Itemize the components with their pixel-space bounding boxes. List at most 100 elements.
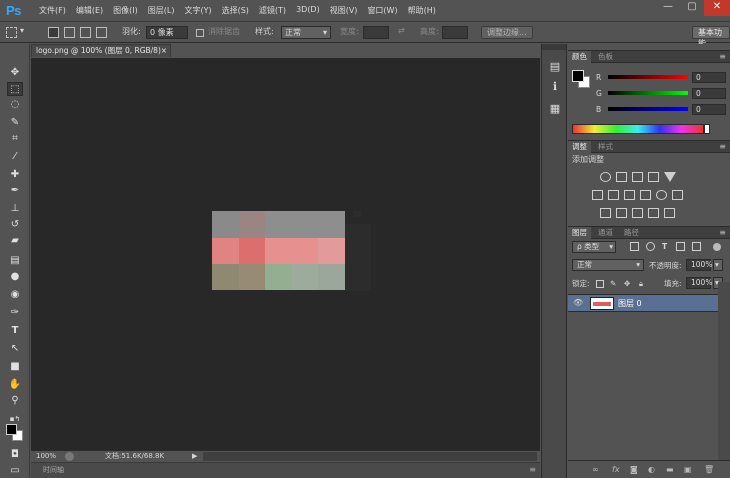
menu-file[interactable]: 文件(F)	[34, 5, 71, 16]
photo-filter-icon[interactable]	[640, 190, 651, 200]
red-slider[interactable]: R 0	[596, 72, 728, 84]
blend-mode-select[interactable]: 正常 ▾	[572, 259, 644, 271]
tab-swatches[interactable]: 色板	[594, 51, 617, 63]
new-layer-icon[interactable]: ▣	[684, 465, 692, 474]
marquee-tool-preset-icon[interactable]	[6, 27, 17, 38]
history-panel-icon[interactable]: ▤	[548, 60, 562, 74]
filter-smart-object-icon[interactable]	[692, 242, 701, 251]
eraser-tool-icon[interactable]: ▰	[7, 234, 23, 248]
channel-mixer-icon[interactable]	[656, 190, 667, 200]
width-input[interactable]	[363, 26, 389, 39]
timeline-menu-icon[interactable]: ≡	[529, 463, 536, 477]
close-button[interactable]: ✕	[704, 0, 730, 16]
type-tool-icon[interactable]: T	[7, 324, 23, 338]
color-spectrum-bar[interactable]	[572, 124, 704, 134]
menu-view[interactable]: 视图(V)	[325, 5, 363, 16]
posterize-icon[interactable]	[616, 208, 627, 218]
menu-help[interactable]: 帮助(H)	[403, 5, 441, 16]
green-track[interactable]	[608, 91, 688, 95]
timeline-label[interactable]: 时间轴	[43, 463, 64, 477]
intersect-selection-icon[interactable]	[96, 27, 107, 38]
menu-type[interactable]: 文字(Y)	[179, 5, 216, 16]
menu-image[interactable]: 图像(I)	[108, 5, 143, 16]
lock-transparent-icon[interactable]	[596, 280, 604, 288]
quick-mask-icon[interactable]: ◘	[7, 448, 23, 462]
black-white-icon[interactable]	[624, 190, 635, 200]
add-mask-icon[interactable]: ◙	[630, 465, 638, 474]
menu-select[interactable]: 选择(S)	[217, 5, 254, 16]
horizontal-scrollbar[interactable]	[203, 452, 537, 461]
antialias-checkbox[interactable]	[196, 29, 204, 37]
lasso-tool-icon[interactable]: ◌	[7, 98, 23, 112]
gradient-tool-icon[interactable]: ▤	[7, 254, 23, 268]
adjustments-menu-icon[interactable]: ≡	[719, 141, 726, 152]
layer-visibility-eye-icon[interactable]: 👁︎	[573, 298, 583, 307]
panel-menu-icon[interactable]: ≡	[719, 51, 726, 62]
path-selection-tool-icon[interactable]: ↖	[7, 342, 23, 356]
quick-selection-tool-icon[interactable]: ✎	[7, 116, 23, 130]
gradient-map-icon[interactable]	[664, 208, 675, 218]
status-info-icon[interactable]	[65, 452, 74, 461]
white-swatch[interactable]	[704, 124, 710, 134]
zoom-tool-icon[interactable]: ⚲	[7, 394, 23, 408]
link-layers-icon[interactable]: ∞	[592, 465, 599, 474]
menu-edit[interactable]: 编辑(E)	[71, 5, 108, 16]
color-lookup-icon[interactable]	[672, 190, 683, 200]
layer-style-icon[interactable]: fx	[612, 465, 620, 474]
selective-color-icon[interactable]	[648, 208, 659, 218]
dodge-tool-icon[interactable]: ◉	[7, 288, 23, 302]
new-selection-icon[interactable]	[48, 27, 59, 38]
blue-track[interactable]	[608, 107, 688, 111]
hue-saturation-icon[interactable]	[592, 190, 603, 200]
tab-paths[interactable]: 路径	[620, 227, 643, 239]
hand-tool-icon[interactable]: ✋	[7, 378, 23, 392]
delete-layer-icon[interactable]: 🗑︎	[704, 465, 714, 474]
new-group-icon[interactable]: ▬	[666, 465, 674, 474]
move-tool-icon[interactable]: ✥	[7, 66, 23, 80]
fill-input[interactable]: 100%	[686, 277, 712, 289]
layer-row[interactable]: 👁︎ 图层 0	[568, 294, 718, 312]
tab-adjustments[interactable]: 调整	[568, 141, 591, 153]
blur-tool-icon[interactable]: ●	[7, 270, 23, 284]
opacity-input[interactable]: 100%	[686, 259, 712, 271]
foreground-color-swatch[interactable]	[6, 424, 17, 435]
fg-color-chip[interactable]	[572, 70, 584, 82]
subtract-selection-icon[interactable]	[80, 27, 91, 38]
red-track[interactable]	[608, 75, 688, 79]
filter-type-icon[interactable]: T	[662, 242, 667, 252]
screen-mode-icon[interactable]: ▭	[7, 464, 23, 478]
minimize-button[interactable]: —	[656, 0, 680, 16]
workspace-button[interactable]: 基本功能	[692, 26, 730, 48]
lock-position-icon[interactable]: ✥	[624, 279, 630, 289]
threshold-icon[interactable]	[632, 208, 643, 218]
new-adjustment-layer-icon[interactable]: ◐	[648, 465, 655, 474]
green-value-input[interactable]: 0	[692, 88, 726, 99]
history-brush-tool-icon[interactable]: ↺	[7, 218, 23, 232]
style-select[interactable]: 正常 ▾	[281, 26, 331, 39]
green-slider[interactable]: G 0	[596, 88, 728, 100]
properties-panel-icon[interactable]: ℹ	[548, 80, 562, 94]
levels-icon[interactable]	[616, 172, 627, 182]
refine-edge-button[interactable]: 调整边缘...	[481, 26, 533, 39]
color-balance-icon[interactable]	[608, 190, 619, 200]
feather-input[interactable]: 0 像素	[146, 26, 188, 39]
filter-pixel-icon[interactable]	[630, 242, 639, 251]
menu-filter[interactable]: 滤镜(T)	[254, 5, 291, 16]
crop-tool-icon[interactable]: ⌗	[7, 132, 23, 146]
brush-tool-icon[interactable]: ✒	[7, 184, 23, 198]
menu-layer[interactable]: 图层(L)	[143, 5, 180, 16]
layers-menu-icon[interactable]: ≡	[719, 227, 726, 238]
add-to-selection-icon[interactable]	[64, 27, 75, 38]
filter-shape-icon[interactable]	[676, 242, 685, 251]
zoom-level[interactable]: 100%	[36, 451, 56, 462]
document-image[interactable]	[212, 211, 345, 291]
menu-3d[interactable]: 3D(D)	[291, 5, 325, 16]
invert-icon[interactable]	[600, 208, 611, 218]
tab-channels[interactable]: 通道	[594, 227, 617, 239]
vibrance-icon[interactable]	[664, 172, 676, 182]
brightness-icon[interactable]	[600, 172, 611, 182]
tab-styles[interactable]: 样式	[594, 141, 617, 153]
healing-brush-tool-icon[interactable]: ✚	[7, 168, 23, 182]
lock-pixels-icon[interactable]: ✎	[610, 279, 616, 289]
height-input[interactable]	[442, 26, 468, 39]
